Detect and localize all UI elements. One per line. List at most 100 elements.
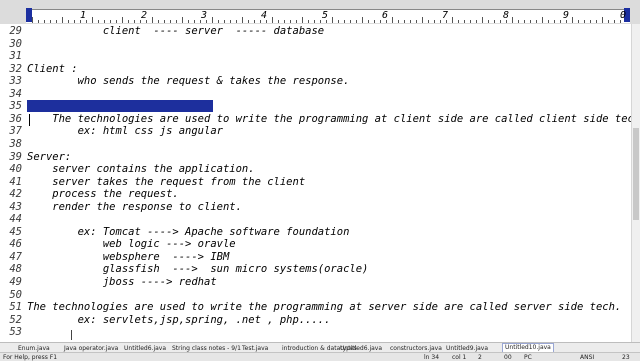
code-line[interactable]: The technologies are used to write the p… [27,113,640,125]
code-line[interactable]: who sends the request & takes the respon… [27,75,350,87]
ruler-tick [500,20,501,23]
ruler-tick [44,20,45,23]
code-line[interactable]: The technologies are used to write the p… [27,301,621,313]
ruler-tick [290,20,291,23]
code-line[interactable]: web logic ---> oravle [27,238,236,250]
tab-file[interactable]: Untitled6.java [124,345,166,352]
ruler-tick [266,20,267,23]
ruler-tick [428,20,429,23]
line-number: 33 [9,75,22,88]
ruler-tick [602,17,603,23]
ruler-tick [320,20,321,23]
ruler-tick [542,17,543,23]
ruler-tick [80,20,81,23]
code-line[interactable]: process the request. [27,188,178,200]
ruler-tick [536,20,537,23]
ruler-tick [518,20,519,23]
code-line[interactable]: ex: servlets,jsp,spring, .net , php..... [27,314,331,326]
ruler-tick [572,17,573,23]
ruler-tick [368,20,369,23]
ruler-tick [476,20,477,23]
text-editor[interactable]: 29 client ---- server ----- database 30 31… [0,24,640,342]
tab-file[interactable]: Untitled9.java [446,345,488,352]
ruler-tick [326,20,327,23]
code-line[interactable]: server contains the application. [27,163,254,175]
ruler-tick [338,20,339,23]
vertical-scrollbar[interactable] [631,24,640,342]
code-line[interactable]: Client : [27,63,78,75]
code-line[interactable]: client ---- server ----- database [27,25,324,37]
ibeam-cursor-icon [71,330,72,340]
ruler-tick [92,17,93,23]
ruler-tick [62,17,63,23]
ruler-tick [620,20,621,23]
line-number: 35 [9,100,22,113]
ruler-tick [350,20,351,23]
ruler: 1 2 3 4 5 6 7 8 9 0 [0,0,640,25]
line-number: 40 [9,163,22,176]
ruler-tick [578,20,579,23]
line-number: 37 [9,125,22,138]
ruler-tick [134,20,135,23]
ruler-tick [554,20,555,23]
code-line[interactable]: ex: Tomcat ----> Apache software foundat… [27,226,350,238]
ruler-tick [380,20,381,23]
line-number: 32 [9,62,22,75]
ruler-tick [548,20,549,23]
ruler-tick [104,20,105,23]
ruler-tick [158,20,159,23]
ruler-tick [434,20,435,23]
ruler-tick [512,17,513,23]
tab-file[interactable]: Test.java [242,345,268,352]
ruler-tick [242,17,243,23]
ruler-tick [608,20,609,23]
ruler-tick [596,20,597,23]
text-selection [27,100,213,112]
line-number: 48 [9,263,22,276]
scrollbar-thumb[interactable] [633,128,639,220]
ruler-tick [152,17,153,23]
ruler-tick [530,20,531,23]
ruler-tick [218,20,219,23]
ruler-tick [56,20,57,23]
ruler-tick [410,20,411,23]
code-line[interactable]: ex: html css js angular [27,125,223,137]
tab-file[interactable]: Untitled6.java [340,345,382,352]
tab-file[interactable]: Enum.java [18,345,50,352]
line-number: 52 [9,313,22,326]
line-number: 30 [9,37,22,50]
code-line[interactable]: Server: [27,151,71,163]
ruler-tick [422,17,423,23]
ruler-tick [272,17,273,23]
ruler-tick [416,20,417,23]
ruler-tick [452,17,453,23]
ruler-tick [392,17,393,23]
tab-file[interactable]: constructors.java [390,345,442,352]
ruler-tick [494,20,495,23]
ruler-tick [230,20,231,23]
code-line[interactable]: jboss ----> redhat [27,276,217,288]
line-number: 49 [9,276,22,288]
ruler-tick [296,20,297,23]
tab-file[interactable]: String class notes - 9/1 [172,345,241,352]
code-line[interactable]: server takes the request from the client [27,176,305,188]
code-line[interactable]: websphere ----> IBM [27,251,229,263]
ruler-tick [224,20,225,23]
ruler-tick [188,20,189,23]
line-number: 39 [9,150,22,163]
code-line[interactable]: glassfish ---> sun micro systems(oracle) [27,263,369,275]
line-number: 38 [9,137,22,150]
ruler-tick [398,20,399,23]
tab-file[interactable]: Java operator.java [64,345,118,352]
ruler-tick [362,17,363,23]
line-number: 41 [9,175,22,188]
ruler-tick [254,20,255,23]
ruler-tick [314,20,315,23]
ruler-tick [308,20,309,23]
code-line[interactable]: ex: All Browsers [27,88,197,100]
line-number: 51 [9,301,22,314]
ruler-tick [122,17,123,23]
ruler-tick [386,20,387,23]
code-line[interactable]: render the response to client. [27,201,242,213]
ruler-tick [614,20,615,23]
